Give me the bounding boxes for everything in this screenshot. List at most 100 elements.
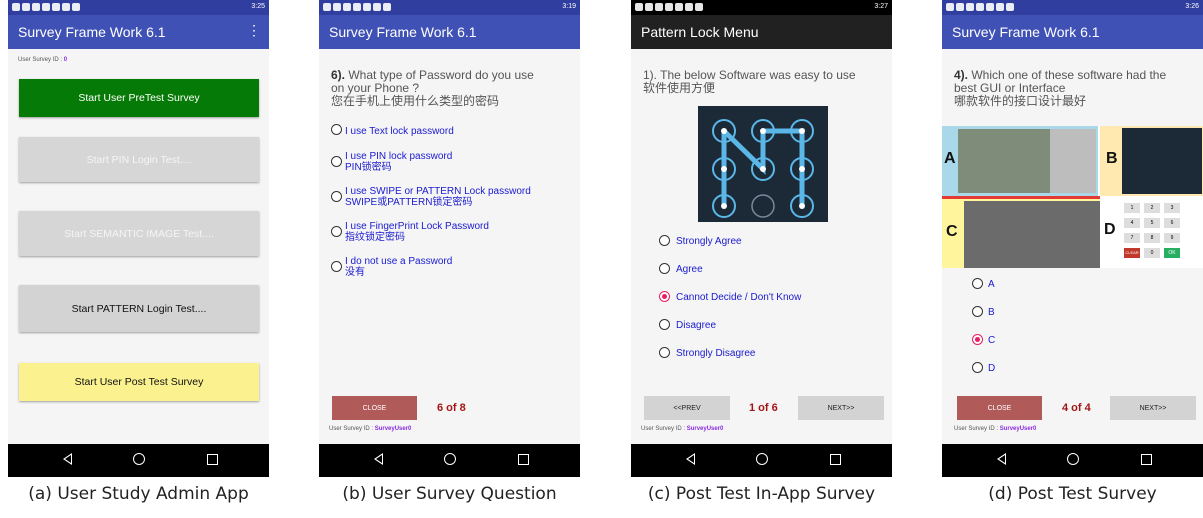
- app-title: Survey Frame Work 6.1: [952, 24, 1100, 40]
- option-radio[interactable]: [331, 226, 342, 237]
- page-counter: 4 of 4: [1062, 402, 1091, 414]
- option-radio[interactable]: [331, 261, 342, 272]
- key-9: 9: [1164, 233, 1180, 243]
- status-bar: 3:26: [942, 0, 1203, 15]
- option-radio-strongly-agree[interactable]: [659, 235, 670, 246]
- recent-apps-icon[interactable]: [207, 454, 218, 465]
- status-time: 3:25: [251, 3, 265, 10]
- back-icon[interactable]: [374, 453, 383, 465]
- recent-apps-icon[interactable]: [518, 454, 529, 465]
- option-label[interactable]: D: [988, 363, 995, 374]
- option-radio[interactable]: [331, 124, 342, 135]
- prev-button[interactable]: <<PREV: [644, 396, 730, 420]
- option-label[interactable]: I use PIN lock password PIN锁密码: [345, 151, 452, 173]
- app-bar: Survey Frame Work 6.1: [319, 15, 580, 49]
- status-time: 3:19: [562, 3, 576, 10]
- notification-icons: [12, 3, 82, 13]
- option-radio-agree[interactable]: [659, 263, 670, 274]
- status-bar: 3:19: [319, 0, 580, 15]
- start-pattern-login-test-button[interactable]: Start PATTERN Login Test....: [19, 285, 259, 332]
- key-3: 3: [1164, 203, 1180, 213]
- option-label[interactable]: Cannot Decide / Don't Know: [676, 292, 801, 303]
- option-label[interactable]: A: [988, 279, 995, 290]
- option-label[interactable]: C: [988, 335, 995, 346]
- option-a-tile: A: [942, 126, 1098, 196]
- nav-bar: [8, 444, 269, 477]
- page-counter: 1 of 6: [749, 402, 778, 414]
- start-post-test-survey-button[interactable]: Start User Post Test Survey: [19, 363, 259, 401]
- start-pin-login-test-button[interactable]: Start PIN Login Test....: [19, 137, 259, 182]
- back-icon[interactable]: [997, 453, 1006, 465]
- question-text: 1). The below Software was easy to use 软…: [643, 68, 856, 95]
- app-bar: Pattern Lock Menu: [631, 15, 892, 49]
- option-radio[interactable]: [331, 156, 342, 167]
- start-pretest-survey-button[interactable]: Start User PreTest Survey: [19, 79, 259, 117]
- home-icon[interactable]: [133, 453, 145, 465]
- key-0: 0: [1144, 248, 1160, 258]
- start-semantic-image-test-button[interactable]: Start SEMANTIC IMAGE Test....: [19, 211, 259, 256]
- notification-icons: [946, 3, 1016, 13]
- option-radio-cannot-decide[interactable]: [659, 291, 670, 302]
- caption-c: (c) Post Test In-App Survey: [647, 484, 876, 504]
- key-5: 5: [1144, 218, 1160, 228]
- comparison-image: A B C D 123 456 789 CLEAR 0 OK: [942, 126, 1203, 268]
- overflow-menu-icon[interactable]: ⋮: [247, 22, 261, 39]
- close-button[interactable]: CLOSE: [332, 396, 417, 420]
- pattern-lock-image: [698, 106, 828, 222]
- survey-id: User Survey ID : SurveyUser0: [954, 426, 1037, 432]
- question-text: 4). Which one of these software had the …: [954, 68, 1167, 108]
- status-bar: 3:27: [631, 0, 892, 15]
- phone-screen: 3:27 Pattern Lock Menu 1). The below Sof…: [631, 0, 892, 477]
- status-time: 3:26: [1185, 3, 1199, 10]
- key-2: 2: [1144, 203, 1160, 213]
- back-icon[interactable]: [63, 453, 72, 465]
- next-button[interactable]: NEXT>>: [1110, 396, 1196, 420]
- question-number: 6).: [331, 68, 346, 82]
- back-icon[interactable]: [686, 453, 695, 465]
- recent-apps-icon[interactable]: [1141, 454, 1152, 465]
- home-icon[interactable]: [444, 453, 456, 465]
- nav-bar: [942, 444, 1203, 477]
- home-icon[interactable]: [1067, 453, 1079, 465]
- question-number: 4).: [954, 68, 969, 82]
- close-button[interactable]: CLOSE: [957, 396, 1042, 420]
- option-radio-c[interactable]: [972, 334, 983, 345]
- app-bar: Survey Frame Work 6.1: [942, 15, 1203, 49]
- home-icon[interactable]: [756, 453, 768, 465]
- key-ok: OK: [1164, 248, 1180, 258]
- option-radio-disagree[interactable]: [659, 319, 670, 330]
- option-radio-a[interactable]: [972, 278, 983, 289]
- status-bar: 3:25: [8, 0, 269, 15]
- next-button[interactable]: NEXT>>: [798, 396, 884, 420]
- option-radio-b[interactable]: [972, 306, 983, 317]
- option-radio[interactable]: [331, 191, 342, 202]
- option-label[interactable]: Agree: [676, 264, 703, 275]
- survey-id: User Survey ID : SurveyUser0: [641, 426, 724, 432]
- app-bar: Survey Frame Work 6.1 ⋮: [8, 15, 269, 49]
- notification-icons: [323, 3, 393, 13]
- option-label[interactable]: B: [988, 307, 995, 318]
- option-label[interactable]: Strongly Agree: [676, 236, 742, 247]
- option-label[interactable]: I use FingerPrint Lock Password 指纹锁定密码: [345, 221, 489, 243]
- key-clear: CLEAR: [1124, 248, 1140, 258]
- notification-icons: [635, 3, 705, 13]
- nav-bar: [319, 444, 580, 477]
- option-label[interactable]: I use Text lock password: [345, 126, 454, 137]
- phone-screen: 3:25 Survey Frame Work 6.1 ⋮ User Survey…: [8, 0, 269, 477]
- option-radio-d[interactable]: [972, 362, 983, 373]
- option-label[interactable]: Strongly Disagree: [676, 348, 755, 359]
- option-radio-strongly-disagree[interactable]: [659, 347, 670, 358]
- option-b-tile: B: [1100, 126, 1203, 196]
- option-c-tile: C: [942, 199, 1100, 268]
- option-label[interactable]: I use SWIPE or PATTERN Lock password SWIP…: [345, 186, 531, 208]
- key-7: 7: [1124, 233, 1140, 243]
- key-8: 8: [1144, 233, 1160, 243]
- app-title: Survey Frame Work 6.1: [18, 24, 166, 40]
- nav-bar: [631, 444, 892, 477]
- keypad-row: 123 456 789 CLEAR 0 OK: [1124, 202, 1203, 258]
- option-label[interactable]: I do not use a Password 没有: [345, 256, 452, 278]
- recent-apps-icon[interactable]: [830, 454, 841, 465]
- option-d-tile: D 123 456 789 CLEAR 0 OK: [1102, 199, 1203, 268]
- label-b: B: [1106, 150, 1118, 167]
- option-label[interactable]: Disagree: [676, 320, 716, 331]
